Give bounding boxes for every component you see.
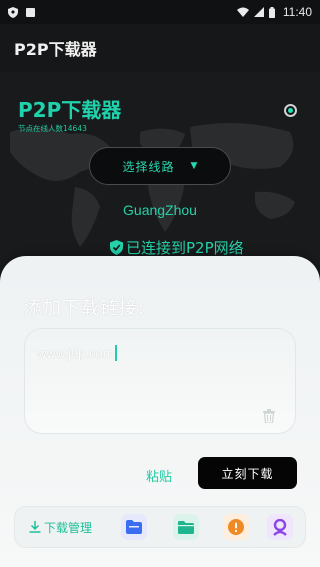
- folder-blue-icon: [126, 520, 142, 534]
- app-title: P2P下载器: [14, 40, 97, 59]
- status-time: 11:40: [282, 5, 312, 19]
- wifi-icon: [236, 7, 249, 17]
- hero-panel: P2P下载器 节点在线人数14643 选择线路 ▼ GuangZhou 已连接到…: [0, 72, 320, 272]
- status-left: [8, 6, 35, 18]
- trash-icon[interactable]: [263, 409, 275, 423]
- folder-blue-button[interactable]: [121, 514, 147, 540]
- info-orange-icon: [228, 519, 244, 535]
- node-count: 节点在线人数14643: [18, 124, 87, 133]
- battery-icon: [268, 6, 275, 18]
- city-name: GuangZhou: [123, 202, 197, 218]
- link-input-value: www.j9p.com: [37, 346, 114, 361]
- link-input-text: www.j9p.com: [37, 345, 117, 361]
- folder-green-icon: [178, 520, 194, 534]
- connection-status-label: 已连接到P2P网络: [126, 239, 244, 257]
- status-right: 11:40: [236, 5, 312, 19]
- user-purple-icon: [273, 518, 287, 536]
- sheet-title: 添加下载链接:: [24, 298, 146, 319]
- download-now-button[interactable]: 立刻下载: [198, 457, 297, 489]
- caret-down-icon: ▼: [190, 161, 198, 171]
- brand-title: P2P下载器: [18, 98, 122, 122]
- download-manager-label: 下载管理: [44, 520, 93, 535]
- signal-icon: [253, 7, 264, 17]
- shield-icon: [8, 6, 18, 18]
- text-cursor: [114, 345, 117, 361]
- square-icon: [26, 7, 35, 17]
- status-bar: 11:40: [0, 0, 320, 24]
- download-manager-button[interactable]: 下载管理: [29, 519, 92, 536]
- connection-indicator-dot[interactable]: [284, 104, 297, 117]
- select-route-label: 选择线路: [122, 159, 175, 174]
- select-route-button[interactable]: 选择线路 ▼: [89, 147, 231, 185]
- bottom-toolbar: 下载管理: [14, 506, 306, 548]
- info-orange-button[interactable]: [223, 514, 249, 540]
- check-shield-icon: [110, 240, 123, 255]
- download-icon: [29, 521, 41, 533]
- paste-button[interactable]: 粘贴: [146, 466, 172, 485]
- connection-status: 已连接到P2P网络: [110, 237, 244, 258]
- add-link-sheet: 添加下载链接: www.j9p.com 粘贴 立刻下载 下载管理: [0, 256, 320, 567]
- user-purple-button[interactable]: [267, 514, 293, 540]
- app-bar: P2P下载器: [0, 24, 320, 72]
- link-input[interactable]: www.j9p.com: [24, 328, 296, 434]
- folder-green-button[interactable]: [173, 514, 199, 540]
